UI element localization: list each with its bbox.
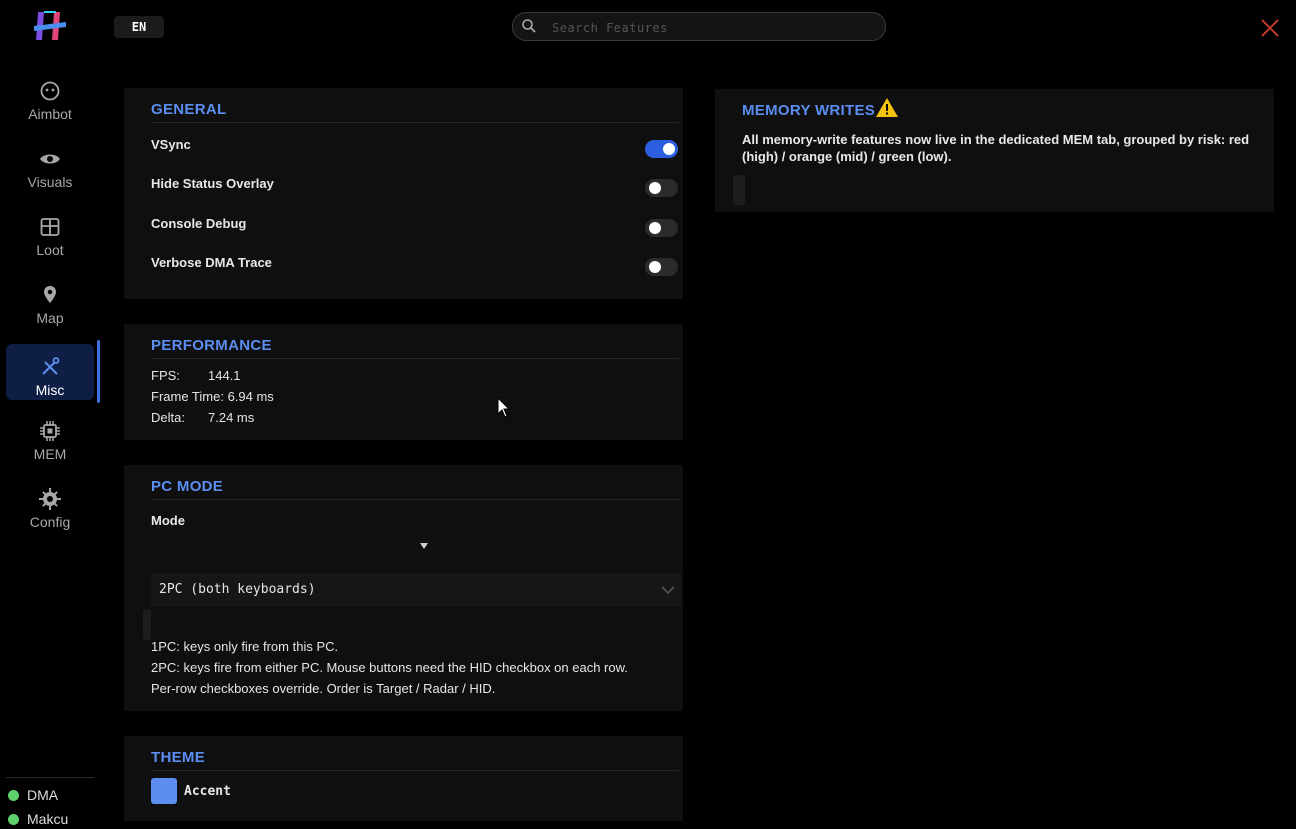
mode-select[interactable]: 2PC (both keyboards) bbox=[151, 573, 681, 607]
hide-status-overlay-toggle[interactable] bbox=[645, 179, 678, 197]
general-panel: GENERAL VSync Hide Status Overlay Consol… bbox=[124, 88, 683, 299]
gear-icon bbox=[39, 488, 61, 510]
performance-panel: PERFORMANCE FPS: 144.1 Frame Time: 6.94 m… bbox=[124, 324, 683, 440]
scroll-handle[interactable] bbox=[143, 610, 151, 640]
delta-label: Delta: bbox=[151, 410, 185, 425]
search-icon bbox=[522, 19, 536, 33]
sidebar-item-map[interactable]: Map bbox=[6, 272, 94, 328]
divider bbox=[151, 358, 679, 359]
fps-value: 144.1 bbox=[208, 368, 241, 383]
frame-time-readout: Frame Time: 6.94 ms bbox=[151, 389, 274, 404]
eye-icon bbox=[40, 154, 60, 164]
sidebar-item-config[interactable]: Config bbox=[6, 476, 94, 532]
warning-icon bbox=[876, 98, 898, 117]
sidebar-item-label: Map bbox=[36, 310, 64, 326]
search-input[interactable] bbox=[550, 17, 874, 39]
app-logo bbox=[34, 11, 66, 40]
mouse-cursor-icon bbox=[497, 397, 511, 418]
sidebar-item-label: Config bbox=[29, 514, 71, 530]
help-text-override: Per-row checkboxes override. Order is Ta… bbox=[151, 681, 496, 696]
sidebar-item-loot[interactable]: Loot bbox=[6, 204, 94, 260]
active-tab-indicator bbox=[97, 340, 100, 403]
scroll-handle[interactable] bbox=[733, 175, 745, 205]
memory-writes-title: MEMORY WRITES bbox=[742, 102, 876, 119]
mode-select-value: 2PC (both keyboards) bbox=[159, 582, 316, 597]
verbose-dma-trace-toggle[interactable] bbox=[645, 258, 678, 276]
toggle-knob bbox=[663, 143, 675, 155]
status-dma: DMA bbox=[8, 787, 58, 803]
sidebar-item-label: Misc bbox=[35, 382, 65, 398]
memory-writes-panel: MEMORY WRITES All memory-write features … bbox=[715, 89, 1274, 212]
sidebar-item-label: MEM bbox=[33, 446, 67, 462]
status-label: Makcu bbox=[27, 811, 69, 827]
chip-icon bbox=[40, 421, 60, 441]
pc-mode-panel: PC MODE Mode 2PC (both keyboards) 1PC: k… bbox=[124, 465, 683, 711]
sidebar-item-aimbot[interactable]: Aimbot bbox=[6, 68, 94, 124]
smiley-icon bbox=[40, 81, 60, 101]
status-label: DMA bbox=[27, 787, 59, 803]
pc-mode-title: PC MODE bbox=[151, 478, 224, 495]
toggle-knob bbox=[649, 222, 661, 234]
vsync-label: VSync bbox=[151, 137, 191, 152]
console-debug-label: Console Debug bbox=[151, 216, 247, 231]
top-bar: EN bbox=[0, 0, 1296, 58]
sidebar-item-misc[interactable]: Misc bbox=[6, 344, 94, 400]
sidebar-item-visuals[interactable]: Visuals bbox=[6, 136, 94, 192]
caret-down-icon[interactable] bbox=[419, 542, 429, 550]
verbose-dma-trace-label: Verbose DMA Trace bbox=[151, 255, 272, 270]
status-makcu: Makcu bbox=[8, 811, 68, 827]
chevron-down-icon bbox=[661, 586, 675, 595]
sidebar-item-label: Aimbot bbox=[28, 106, 72, 122]
status-dot-icon bbox=[8, 790, 19, 801]
help-text-2pc: 2PC: keys fire from either PC. Mouse but… bbox=[151, 660, 628, 675]
theme-panel: THEME Accent bbox=[124, 736, 683, 821]
toggle-knob bbox=[649, 261, 661, 273]
mode-label: Mode bbox=[151, 513, 185, 528]
memory-writes-body: All memory-write features now live in th… bbox=[742, 132, 1250, 164]
map-pin-icon bbox=[44, 286, 56, 303]
search-box[interactable] bbox=[512, 12, 886, 41]
sidebar-item-mem[interactable]: MEM bbox=[6, 408, 94, 464]
sidebar-item-label: Loot bbox=[36, 242, 64, 258]
fps-label: FPS: bbox=[151, 368, 180, 383]
delta-readout: Delta: 7.24 ms bbox=[151, 410, 254, 425]
toggle-knob bbox=[649, 182, 661, 194]
fps-readout: FPS: 144.1 bbox=[151, 368, 241, 383]
accent-color-swatch[interactable] bbox=[151, 778, 177, 804]
close-icon[interactable] bbox=[1258, 16, 1282, 40]
hide-status-overlay-label: Hide Status Overlay bbox=[151, 176, 274, 191]
sidebar: Aimbot Visuals Loot Map Misc MEM Config bbox=[0, 58, 100, 829]
general-title: GENERAL bbox=[151, 101, 227, 118]
sidebar-item-label: Visuals bbox=[27, 174, 73, 190]
theme-title: THEME bbox=[151, 749, 205, 766]
language-button[interactable]: EN bbox=[114, 16, 164, 38]
console-debug-toggle[interactable] bbox=[645, 219, 678, 237]
delta-value: 7.24 ms bbox=[208, 410, 255, 425]
vsync-toggle[interactable] bbox=[645, 140, 678, 158]
divider bbox=[151, 122, 679, 123]
tools-icon bbox=[42, 357, 60, 375]
help-text-1pc: 1PC: keys only fire from this PC. bbox=[151, 639, 339, 654]
status-dot-icon bbox=[8, 814, 19, 825]
divider bbox=[151, 770, 679, 771]
grid-box-icon bbox=[40, 218, 60, 236]
performance-title: PERFORMANCE bbox=[151, 337, 272, 354]
accent-label: Accent bbox=[184, 784, 231, 799]
divider bbox=[151, 499, 679, 500]
sidebar-divider bbox=[6, 777, 94, 778]
